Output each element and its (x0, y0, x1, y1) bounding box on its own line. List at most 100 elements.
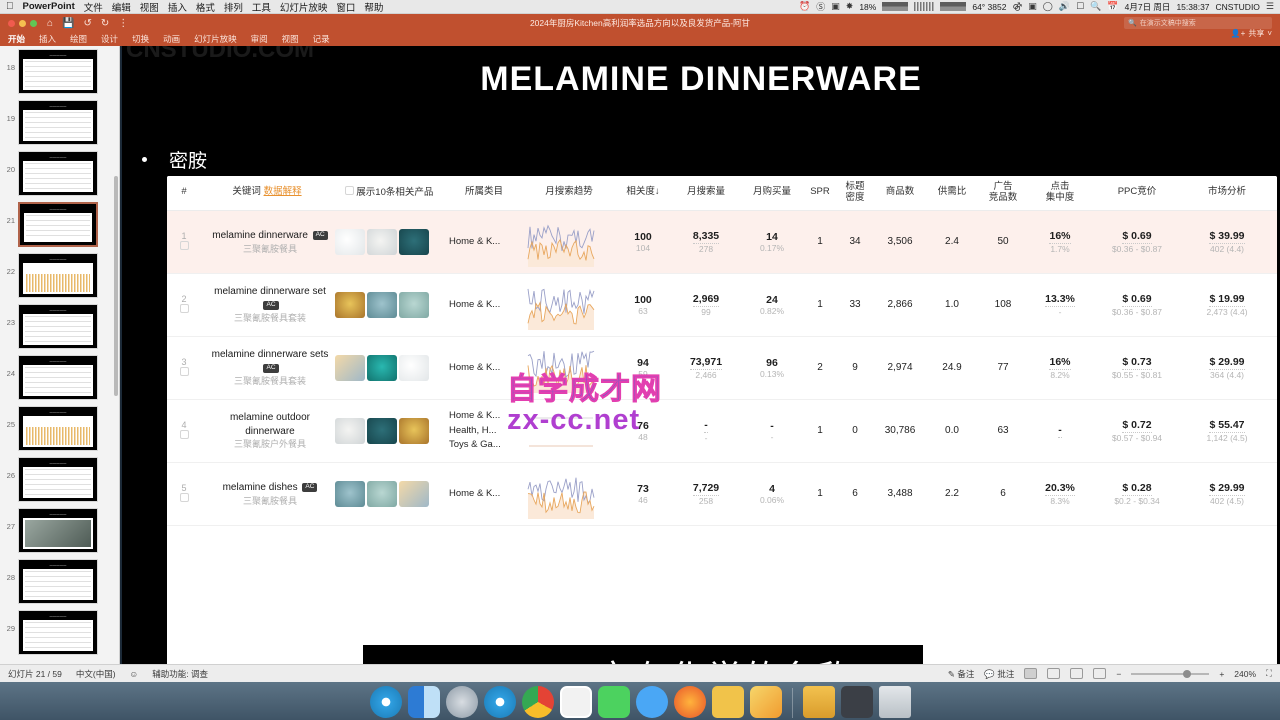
product-thumbnail[interactable] (335, 228, 365, 255)
ribbon-tab-animations[interactable]: 动画 (163, 33, 180, 45)
ribbon-tab-insert[interactable]: 插入 (39, 33, 56, 45)
fit-to-window-icon[interactable]: ⛶ (1266, 668, 1272, 679)
minimize-window-button[interactable] (19, 19, 26, 27)
bluetooth-icon[interactable]: ⚣ (1012, 1, 1022, 12)
apple-logo-icon[interactable]:  (6, 1, 14, 12)
slide-thumbnail-panel[interactable]: 18 ————— 19 ————— 20 ————— 21 ————— 22 ————— 23 ———… (0, 46, 120, 664)
col-header-market-analysis[interactable]: 市场分析 (1183, 176, 1271, 211)
slide-thumbnail-preview[interactable]: ————— (18, 100, 98, 145)
menu-item-format[interactable]: 格式 (196, 0, 215, 14)
accessibility-status[interactable]: 辅助功能: 调查 (152, 668, 208, 680)
cell-keyword[interactable]: melamine dinnerware set AC 三聚氰胺餐具套装 (201, 273, 333, 337)
slide-thumbnail-preview[interactable]: ————— (18, 406, 98, 451)
col-header-title-density[interactable]: 标题 密度 (837, 176, 873, 211)
col-header-ppc-bid[interactable]: PPC竞价 (1091, 176, 1183, 211)
dock-item-trash[interactable] (878, 686, 911, 718)
product-thumbnail[interactable] (367, 354, 397, 381)
table-row[interactable]: 5 melamine dishes AC 三聚氰胺餐具 Home & K... 73 46… (167, 462, 1277, 526)
col-header-ad-competitors[interactable]: 广告 竞品数 (977, 176, 1029, 211)
slide-thumbnail-26[interactable]: 26 ————— (0, 454, 119, 505)
zoom-in-button[interactable]: + (1219, 669, 1224, 679)
ribbon-tab-transitions[interactable]: 切换 (132, 33, 149, 45)
maximize-window-button[interactable] (30, 19, 37, 27)
slide-sorter-view-button[interactable] (1047, 668, 1061, 679)
slide-thumbnail-preview[interactable]: ————— (18, 457, 98, 502)
dock-item-podcast[interactable] (749, 686, 782, 718)
keyword-english[interactable]: melamine dinnerware AC (209, 229, 331, 243)
slide-thumbnail-preview[interactable]: ————— (18, 202, 98, 247)
dock-item-launchpad[interactable] (445, 686, 478, 718)
keyword-research-panel[interactable]: # 关键词 数据解释 展示10条相关产品 所属类目 月搜索趋势 相关度↓ 月搜索… (167, 176, 1277, 664)
slide-thumbnail-preview[interactable]: ————— (18, 151, 98, 196)
cell-keyword[interactable]: melamine outdoor dinnerware 三聚氰胺户外餐具 (201, 399, 333, 463)
ribbon-tab-home[interactable]: 开始 (8, 33, 25, 45)
reading-view-button[interactable] (1070, 668, 1084, 679)
menu-item-view[interactable]: 视图 (140, 0, 159, 14)
row-select-checkbox[interactable] (179, 492, 189, 502)
slide-thumbnail-preview[interactable]: ————— (18, 559, 98, 604)
menubar-user[interactable]: CNSTUDIO (1216, 2, 1260, 12)
slide-counter[interactable]: 幻灯片 21 / 59 (8, 668, 62, 680)
ribbon-tab-view[interactable]: 视图 (282, 33, 299, 45)
slide-thumbnail-20[interactable]: 20 ————— (0, 148, 119, 199)
product-thumbnail[interactable] (335, 291, 365, 318)
calendar-icon[interactable]: 📅 (1107, 1, 1118, 12)
slide-title[interactable]: MELAMINE DINNERWARE (122, 60, 1280, 99)
cell-product-images[interactable] (333, 273, 445, 337)
dock-item-xcode[interactable] (840, 686, 873, 718)
slide-thumbnail-21[interactable]: 21 ————— (0, 199, 119, 250)
cell-product-images[interactable] (333, 399, 445, 463)
close-window-button[interactable] (8, 19, 15, 27)
table-row[interactable]: 3 melamine dinnerware sets AC 三聚氰胺餐具套装 Home… (167, 336, 1277, 400)
redo-icon[interactable]: ↻ (101, 18, 109, 29)
menu-item-arrange[interactable]: 排列 (224, 0, 243, 14)
category-name[interactable]: Health, H... (449, 424, 521, 438)
col-header-purchase-volume[interactable]: 月购买量 (741, 176, 803, 211)
slide-thumbnail-preview[interactable]: ————— (18, 304, 98, 349)
product-thumbnail[interactable] (399, 354, 429, 381)
screenshot-icon[interactable]: ⏰ (799, 1, 810, 12)
zoom-level[interactable]: 240% (1234, 669, 1256, 679)
cell-product-images[interactable] (333, 462, 445, 526)
zoom-slider[interactable] (1131, 669, 1210, 678)
col-header-product-count[interactable]: 商品数 (873, 176, 927, 211)
notes-button[interactable]: ✎ 备注 (948, 668, 975, 680)
brightness-icon[interactable]: ✸ (846, 1, 854, 12)
keyword-english[interactable]: melamine dinnerware sets AC (209, 348, 331, 375)
col-header-show-related[interactable]: 展示10条相关产品 (333, 176, 445, 211)
product-thumbnail[interactable] (367, 228, 397, 255)
product-thumbnail[interactable] (399, 228, 429, 255)
more-commands-icon[interactable]: ⋮ (118, 18, 128, 29)
slide-thumbnail-23[interactable]: 23 ————— (0, 301, 119, 352)
volume-icon[interactable]: 🔊 (1059, 1, 1070, 12)
cell-search-trend[interactable] (523, 462, 615, 526)
product-thumbnail[interactable] (399, 480, 429, 507)
menu-item-help[interactable]: 帮助 (364, 0, 383, 14)
undo-icon[interactable]: ↺ (84, 18, 92, 29)
product-thumbnail[interactable] (335, 417, 365, 444)
display-icon[interactable]: ▣ (1028, 1, 1037, 12)
keyword-english[interactable]: melamine dinnerware set AC (209, 285, 331, 312)
slide-thumbnail-29[interactable]: 29 ————— (0, 607, 119, 658)
cell-keyword[interactable]: melamine dishes AC 三聚氰胺餐具 (201, 462, 333, 526)
row-select-checkbox[interactable] (179, 429, 189, 439)
show-related-checkbox[interactable] (344, 186, 354, 196)
category-name[interactable]: Home & K... (449, 409, 521, 423)
cell-keyword[interactable]: melamine dinnerware sets AC 三聚氰胺餐具套装 (201, 336, 333, 400)
zoom-out-button[interactable]: − (1116, 669, 1121, 679)
dock-item-chrome[interactable] (521, 686, 554, 718)
presenter-view-button[interactable] (1093, 668, 1107, 679)
cell-product-images[interactable] (333, 210, 445, 274)
row-select-checkbox[interactable] (179, 366, 189, 376)
category-name[interactable]: Home & K... (449, 487, 521, 501)
category-name[interactable]: Home & K... (449, 235, 521, 249)
airplay-icon[interactable]: ☐ (1076, 1, 1084, 12)
col-header-spr[interactable]: SPR (803, 176, 837, 211)
slide-thumbnail-22[interactable]: 22 ————— (0, 250, 119, 301)
spotlight-search-icon[interactable]: 🔍 (1090, 1, 1101, 12)
product-thumbnail[interactable] (399, 291, 429, 318)
wifi-icon[interactable]: ◯ (1043, 1, 1053, 12)
slide-thumbnail-preview[interactable]: ————— (18, 253, 98, 298)
product-thumbnail[interactable] (367, 480, 397, 507)
slide-canvas[interactable]: CNSTUDIO.COM MELAMINE DINNERWARE 密胺 # 关键… (122, 46, 1280, 664)
